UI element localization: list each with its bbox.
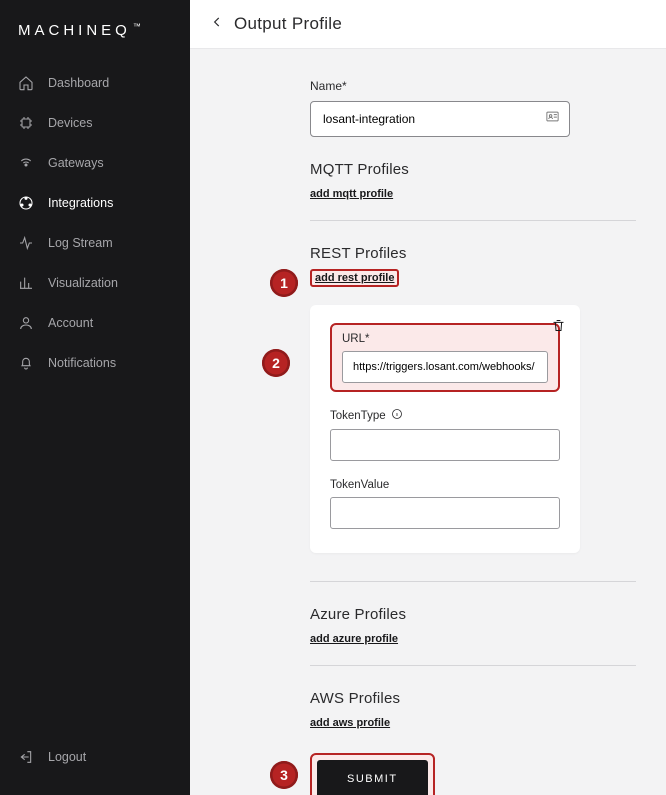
step-badge-2: 2	[262, 349, 290, 377]
user-icon	[18, 315, 34, 331]
sidebar-item-label: Log Stream	[48, 236, 113, 250]
logout-icon	[18, 749, 34, 765]
content: Name* MQTT Profiles add mqtt profile RES…	[190, 49, 666, 795]
antenna-icon	[18, 155, 34, 171]
name-label: Name*	[310, 79, 636, 93]
integrations-icon	[18, 195, 34, 211]
add-mqtt-link[interactable]: add mqtt profile	[310, 188, 393, 200]
divider	[310, 581, 636, 582]
sidebar: MACHINEQ™ Dashboard Devices Gateways Int…	[0, 0, 190, 795]
sidebar-item-logstream[interactable]: Log Stream	[0, 223, 190, 263]
sidebar-item-label: Dashboard	[48, 76, 109, 90]
tokenvalue-label: TokenValue	[330, 479, 560, 491]
add-aws-link[interactable]: add aws profile	[310, 717, 390, 729]
tokentype-input[interactable]	[330, 429, 560, 461]
rest-title: REST Profiles	[310, 245, 636, 262]
home-icon	[18, 75, 34, 91]
name-input[interactable]	[310, 101, 570, 137]
url-label: URL*	[342, 333, 548, 345]
submit-button[interactable]: SUBMIT	[317, 760, 428, 795]
bell-icon	[18, 355, 34, 371]
rest-profile-card: 2 URL* TokenType TokenValue	[310, 305, 580, 553]
chart-icon	[18, 275, 34, 291]
sidebar-item-label: Visualization	[48, 276, 118, 290]
main: Output Profile Name* MQTT Profiles add m…	[190, 0, 666, 795]
page-title: Output Profile	[234, 14, 342, 34]
submit-highlight: SUBMIT	[310, 753, 435, 795]
url-highlight: URL*	[330, 323, 560, 392]
sidebar-item-label: Integrations	[48, 196, 113, 210]
sidebar-item-label: Notifications	[48, 356, 116, 370]
step-badge-3: 3	[270, 761, 298, 789]
mqtt-title: MQTT Profiles	[310, 161, 636, 178]
sidebar-item-logout[interactable]: Logout	[18, 741, 172, 773]
sidebar-item-notifications[interactable]: Notifications	[0, 343, 190, 383]
chip-icon	[18, 115, 34, 131]
page-header: Output Profile	[190, 0, 666, 49]
delete-profile-button[interactable]	[551, 317, 566, 339]
logout-label: Logout	[48, 750, 86, 764]
back-icon[interactable]	[210, 15, 224, 34]
tokenvalue-input[interactable]	[330, 497, 560, 529]
sidebar-item-account[interactable]: Account	[0, 303, 190, 343]
tokentype-label: TokenType	[330, 408, 560, 423]
tokentype-label-text: TokenType	[330, 410, 386, 422]
sidebar-item-visualization[interactable]: Visualization	[0, 263, 190, 303]
sidebar-item-label: Devices	[48, 116, 92, 130]
azure-title: Azure Profiles	[310, 606, 636, 623]
step-badge-1: 1	[270, 269, 298, 297]
divider	[310, 220, 636, 221]
add-rest-link[interactable]: add rest profile	[310, 269, 399, 287]
sidebar-item-label: Account	[48, 316, 93, 330]
sidebar-item-devices[interactable]: Devices	[0, 103, 190, 143]
sidebar-item-gateways[interactable]: Gateways	[0, 143, 190, 183]
sidebar-item-integrations[interactable]: Integrations	[0, 183, 190, 223]
info-icon[interactable]	[391, 408, 403, 423]
add-azure-link[interactable]: add azure profile	[310, 633, 398, 645]
brand-logo: MACHINEQ™	[0, 16, 190, 63]
sidebar-item-label: Gateways	[48, 156, 104, 170]
contact-card-icon	[545, 109, 560, 129]
url-input[interactable]	[342, 351, 548, 383]
sidebar-item-dashboard[interactable]: Dashboard	[0, 63, 190, 103]
brand-tm: ™	[133, 22, 141, 31]
brand-name: MACHINEQ	[18, 22, 131, 39]
activity-icon	[18, 235, 34, 251]
nav: Dashboard Devices Gateways Integrations …	[0, 63, 190, 725]
divider	[310, 665, 636, 666]
aws-title: AWS Profiles	[310, 690, 636, 707]
